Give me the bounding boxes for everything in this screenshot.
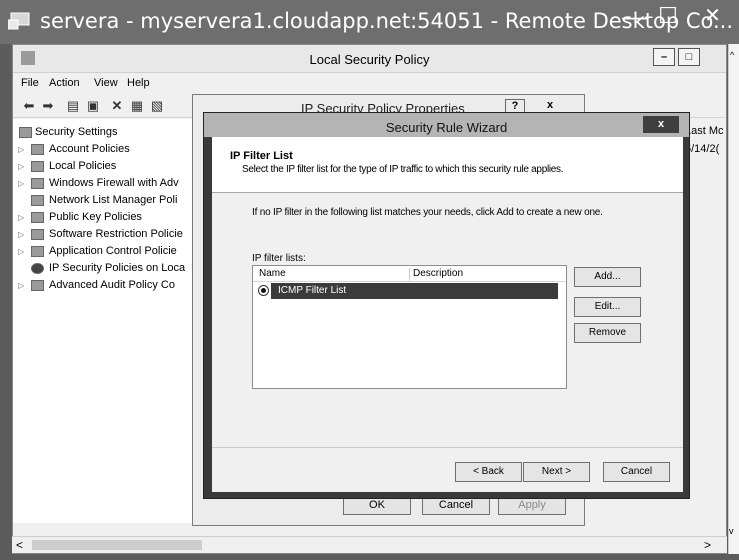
scroll-left-icon[interactable]: < <box>16 538 23 552</box>
expand-icon[interactable]: ▷ <box>18 230 24 239</box>
delete-icon[interactable]: ✕ <box>109 98 125 114</box>
scroll-up-icon[interactable]: ^ <box>730 50 734 60</box>
list-item-name: ICMP Filter List <box>278 285 347 296</box>
tree-item-windows-firewall[interactable]: ▷ Windows Firewall with Adv <box>13 176 196 193</box>
tree-item-security-settings[interactable]: Security Settings <box>13 125 196 142</box>
ip-filter-lists-label: IP filter lists: <box>252 253 306 264</box>
horizontal-scrollbar[interactable]: < > <box>12 536 727 553</box>
folder-icon <box>31 212 44 223</box>
remote-desktop-titlebar: servera - myservera1.cloudapp.net:54051 … <box>0 0 739 44</box>
folder-icon <box>31 229 44 240</box>
wizard-titlebar: Security Rule Wizard x <box>204 113 689 137</box>
tree-item-local-policies[interactable]: ▷ Local Policies <box>13 159 196 176</box>
menu-action[interactable]: Action <box>49 77 80 89</box>
folder-icon <box>31 195 44 206</box>
wizard-step-subtitle: Select the IP filter list for the type o… <box>242 164 564 175</box>
expand-icon[interactable]: ▷ <box>18 247 24 256</box>
ip-filter-list[interactable]: Name Description ICMP Filter List <box>252 265 567 389</box>
lsp-titlebar: Local Security Policy – □ <box>13 45 726 73</box>
expand-icon[interactable]: ▷ <box>18 213 24 222</box>
column-description[interactable]: Description <box>409 268 463 282</box>
tree-item-label: Network List Manager Poli <box>49 194 178 206</box>
list-item[interactable]: ICMP Filter List <box>271 283 558 299</box>
last-modified-value: 6/14/2( <box>685 143 720 155</box>
remote-desktop-icon <box>8 12 30 30</box>
expand-icon[interactable]: ▷ <box>18 179 24 188</box>
maximize-button[interactable]: ☐ <box>648 0 688 34</box>
back-button[interactable]: < Back <box>455 462 522 482</box>
security-rule-wizard: Security Rule Wizard x IP Filter List Se… <box>203 112 690 499</box>
forward-arrow-icon[interactable]: ➡ <box>40 98 56 114</box>
tree-item-network-list-manager[interactable]: Network List Manager Poli <box>13 193 196 210</box>
expand-icon[interactable]: ▷ <box>18 162 24 171</box>
menu-bar: File Action View Help <box>13 74 726 94</box>
radio-icmp-filter-list[interactable] <box>258 285 269 296</box>
add-button[interactable]: Add... <box>574 267 641 287</box>
lsp-title: Local Security Policy <box>309 52 430 67</box>
expand-icon[interactable]: ▷ <box>18 145 24 154</box>
wizard-cancel-button[interactable]: Cancel <box>603 462 670 482</box>
folder-icon <box>31 161 44 172</box>
up-folder-icon[interactable]: ▤ <box>65 98 81 114</box>
scroll-thumb[interactable] <box>32 540 202 550</box>
folder-icon <box>31 178 44 189</box>
tree-pane: Security Settings ▷ Account Policies ▷ L… <box>13 119 196 523</box>
wizard-body: IP Filter List Select the IP filter list… <box>212 137 683 492</box>
ip-security-icon <box>31 263 44 274</box>
details-column: Last Mc 6/14/2( <box>685 125 724 155</box>
edit-button[interactable]: Edit... <box>574 297 641 317</box>
list-header: Name Description <box>253 266 566 282</box>
tree-item-label: Account Policies <box>49 143 130 155</box>
tree-item-label: Advanced Audit Policy Co <box>49 279 175 291</box>
wizard-title: Security Rule Wizard <box>385 120 508 135</box>
tree-item-application-control[interactable]: ▷ Application Control Policie <box>13 244 196 261</box>
tree-item-label: Local Policies <box>49 160 117 172</box>
wizard-close-button[interactable]: x <box>643 116 679 133</box>
tree-item-label: Public Key Policies <box>49 211 142 223</box>
folder-icon <box>31 246 44 257</box>
remove-button[interactable]: Remove <box>574 323 641 343</box>
export-list-icon[interactable]: ▧ <box>149 98 165 114</box>
tree-item-label: Security Settings <box>35 126 118 138</box>
lsp-minimize-button[interactable]: – <box>653 48 675 66</box>
tree-item-label: Application Control Policie <box>49 245 177 257</box>
wizard-separator <box>212 447 683 448</box>
folder-icon <box>31 144 44 155</box>
expand-icon[interactable]: ▷ <box>18 281 24 290</box>
menu-file[interactable]: File <box>21 77 39 89</box>
wizard-header: IP Filter List Select the IP filter list… <box>212 137 683 193</box>
close-button[interactable]: ✕ <box>690 0 735 34</box>
scroll-right-icon[interactable]: > <box>704 538 711 552</box>
menu-view[interactable]: View <box>94 77 118 89</box>
tree-item-label: IP Security Policies on Loca <box>49 262 186 274</box>
show-hide-tree-icon[interactable]: ▣ <box>85 98 101 114</box>
tree-item-label: Software Restriction Policie <box>49 228 183 240</box>
column-name[interactable]: Name <box>259 268 286 279</box>
tree-item-advanced-audit[interactable]: ▷ Advanced Audit Policy Co <box>13 278 196 295</box>
tree-item-ip-security-policies[interactable]: IP Security Policies on Loca <box>13 261 196 278</box>
vertical-scrollbar[interactable]: ^ v <box>728 44 739 554</box>
tree-item-label: Windows Firewall with Adv <box>49 177 179 189</box>
back-arrow-icon[interactable]: ⬅ <box>21 98 37 114</box>
menu-help[interactable]: Help <box>127 77 150 89</box>
wizard-info-text: If no IP filter in the following list ma… <box>252 207 603 218</box>
tree-item-software-restriction[interactable]: ▷ Software Restriction Policie <box>13 227 196 244</box>
folder-icon <box>31 280 44 291</box>
wizard-step-title: IP Filter List <box>230 150 293 162</box>
scroll-down-icon[interactable]: v <box>729 526 734 536</box>
properties-icon[interactable]: ▦ <box>129 98 145 114</box>
tree-item-public-key-policies[interactable]: ▷ Public Key Policies <box>13 210 196 227</box>
next-button[interactable]: Next > <box>523 462 590 482</box>
last-modified-header[interactable]: Last Mc <box>685 125 724 137</box>
lsp-maximize-button[interactable]: □ <box>678 48 700 66</box>
tree-item-account-policies[interactable]: ▷ Account Policies <box>13 142 196 159</box>
security-settings-icon <box>19 127 32 138</box>
